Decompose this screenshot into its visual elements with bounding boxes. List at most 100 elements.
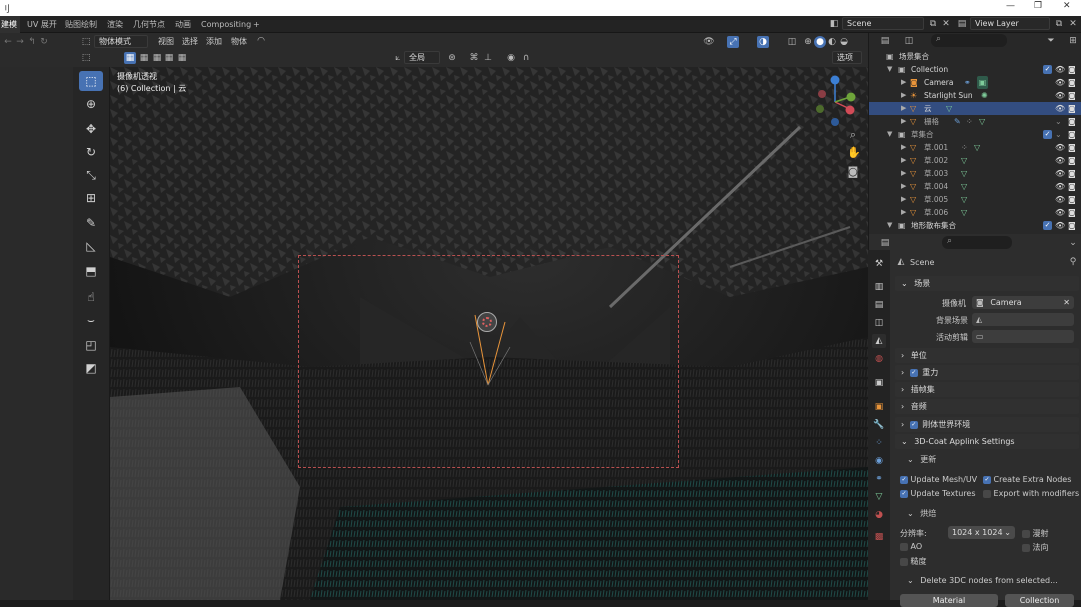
- select-mode-new-icon[interactable]: ▦: [124, 52, 136, 64]
- update-mesh-uv-option[interactable]: ✓ Update Mesh/UV: [900, 475, 977, 484]
- add-workspace-button[interactable]: +: [247, 16, 266, 33]
- scale-tool[interactable]: ⤡: [79, 165, 103, 185]
- outliner-row-collection[interactable]: ▼ ▣ Collection ✓ 👁 ◙: [869, 63, 1081, 76]
- render-camera-icon[interactable]: ◙: [1068, 63, 1076, 76]
- render-camera-icon[interactable]: ◙: [1068, 115, 1076, 128]
- keying-sets-panel-header[interactable]: › 插帧集: [895, 382, 1079, 397]
- zoom-icon[interactable]: ⌕: [847, 129, 859, 141]
- applink-panel-header[interactable]: ⌄ 3D-Coat Applink Settings: [895, 434, 1079, 449]
- proportional-edit-icon[interactable]: ◉: [505, 52, 517, 64]
- expand-arrow-icon[interactable]: ▶: [901, 115, 906, 128]
- outliner-row-grass-001[interactable]: ▶ ▽ 草.001 ⁘ ▽ 👁 ◙: [869, 141, 1081, 154]
- diffuse-checkbox[interactable]: [1022, 529, 1030, 538]
- tab-rendering[interactable]: 渲染: [101, 16, 129, 33]
- eye-icon[interactable]: 👁: [1055, 63, 1065, 76]
- scene-tab-icon[interactable]: ◭: [872, 334, 886, 348]
- output-tab-icon[interactable]: ▤: [872, 298, 886, 312]
- wireframe-shading-icon[interactable]: ⊕: [802, 36, 814, 48]
- gpencil-icon[interactable]: ◠: [255, 35, 267, 47]
- create-extra-nodes-checkbox[interactable]: ✓: [983, 475, 991, 484]
- render-camera-icon[interactable]: ◙: [1068, 76, 1076, 89]
- snap-target-icon[interactable]: ⊥: [482, 52, 494, 64]
- expand-arrow-icon[interactable]: ▶: [901, 167, 906, 180]
- audio-panel-header[interactable]: › 音频: [895, 399, 1079, 414]
- eye-icon[interactable]: 👁: [1055, 154, 1065, 167]
- gravity-panel-header[interactable]: › ✓ 重力: [895, 365, 1079, 380]
- view-layer-selector[interactable]: View Layer: [970, 17, 1050, 30]
- falloff-icon[interactable]: ∩: [520, 52, 532, 64]
- outliner-row-grass-collection[interactable]: ▼ ▣ 草集合 ✓ ⌄ ◙: [869, 128, 1081, 141]
- export-with-modifiers-option[interactable]: Export with modifiers: [983, 489, 1079, 498]
- menu-view[interactable]: 视图: [158, 35, 174, 48]
- ao-checkbox[interactable]: [900, 542, 908, 551]
- delete-view-layer-icon[interactable]: ✕: [1067, 18, 1079, 30]
- rotate-tool[interactable]: ↻: [79, 142, 103, 162]
- menu-add[interactable]: 添加: [206, 35, 222, 48]
- outliner-row-grass-005[interactable]: ▶ ▽ 草.005 ▽ 👁 ◙: [869, 193, 1081, 206]
- scene-panel-header[interactable]: ⌄ 场景: [895, 276, 1079, 291]
- render-camera-icon[interactable]: ◙: [1068, 128, 1076, 141]
- pivot-icon[interactable]: ⊛: [446, 52, 458, 64]
- eye-icon[interactable]: 👁: [1055, 180, 1065, 193]
- outliner-search-input[interactable]: ⌕: [931, 34, 1007, 47]
- eye-icon[interactable]: 👁: [1055, 76, 1065, 89]
- menu-select[interactable]: 选择: [182, 35, 198, 48]
- undo-history-icon[interactable]: ↰: [26, 36, 38, 48]
- select-mode-intersect-icon[interactable]: ▦: [176, 52, 188, 64]
- annotate-tool[interactable]: ✎: [79, 213, 103, 233]
- measure-tool[interactable]: ◺: [79, 236, 103, 256]
- expand-arrow-icon[interactable]: ▼: [887, 128, 892, 141]
- render-camera-icon[interactable]: ◙: [1068, 167, 1076, 180]
- create-extra-nodes-option[interactable]: ✓ Create Extra Nodes: [983, 475, 1071, 484]
- navigation-gizmo[interactable]: [810, 72, 862, 128]
- eye-icon[interactable]: 👁: [1055, 102, 1065, 115]
- expand-arrow-icon[interactable]: ▼: [887, 219, 892, 232]
- eye-icon[interactable]: 👁: [1055, 206, 1065, 219]
- select-mode-invert-icon[interactable]: ▦: [163, 52, 175, 64]
- 3d-viewport[interactable]: 摄像机透视 (6) Collection | 云 ⌕ ✋ ◙: [110, 67, 868, 600]
- corner-tool[interactable]: ◰: [79, 335, 103, 355]
- outliner-row-grass-004[interactable]: ▶ ▽ 草.004 ▽ 👁 ◙: [869, 180, 1081, 193]
- resolution-dropdown[interactable]: 1024 x 1024 ⌄: [948, 526, 1015, 539]
- mode-selector[interactable]: 物体模式: [94, 35, 148, 48]
- outliner-row-grass-002[interactable]: ▶ ▽ 草.002 ▽ 👁 ◙: [869, 154, 1081, 167]
- collection-button[interactable]: Collection: [1005, 594, 1074, 607]
- clear-field-icon[interactable]: ✕: [1063, 296, 1070, 309]
- tool-tab-icon[interactable]: ⚒: [872, 257, 886, 271]
- tool-settings-icon[interactable]: ⬚: [80, 52, 92, 64]
- delete-scene-icon[interactable]: ✕: [940, 18, 952, 30]
- update-mesh-uv-checkbox[interactable]: ✓: [900, 475, 908, 484]
- rigid-body-checkbox[interactable]: ✓: [909, 420, 918, 429]
- options-dropdown[interactable]: 选项: [832, 51, 862, 64]
- render-tab-icon[interactable]: ▥: [872, 280, 886, 294]
- update-textures-option[interactable]: ✓ Update Textures: [900, 489, 976, 498]
- pan-hand-icon[interactable]: ✋: [847, 147, 861, 159]
- select-mode-extend-icon[interactable]: ▦: [138, 52, 150, 64]
- snap-icon[interactable]: ⌘: [468, 52, 480, 64]
- eye-icon[interactable]: 👁: [1055, 219, 1065, 232]
- rigid-body-world-panel-header[interactable]: › ✓ 刚体世界环境: [895, 417, 1079, 432]
- properties-editor-icon[interactable]: ▤: [879, 237, 891, 249]
- render-camera-icon[interactable]: ◙: [1068, 219, 1076, 232]
- transform-tool[interactable]: ⊞: [79, 188, 103, 208]
- tab-modeling[interactable]: 建模: [0, 16, 20, 33]
- transform-orientation-selector[interactable]: 全局: [404, 51, 440, 64]
- render-camera-icon[interactable]: ◙: [1068, 141, 1076, 154]
- diffuse-option[interactable]: 漫射: [1022, 528, 1049, 539]
- gizmo-icon[interactable]: ⤢: [727, 36, 739, 48]
- outliner-row-grass-003[interactable]: ▶ ▽ 草.003 ▽ 👁 ◙: [869, 167, 1081, 180]
- eye-icon[interactable]: 👁: [1055, 141, 1065, 154]
- expand-arrow-icon[interactable]: ▶: [901, 206, 906, 219]
- tab-animation[interactable]: 动画: [169, 16, 197, 33]
- tab-geometry-nodes[interactable]: 几何节点: [127, 16, 171, 33]
- rendered-shading-icon[interactable]: ◒: [838, 36, 850, 48]
- constraints-tab-icon[interactable]: ⚭: [872, 472, 886, 486]
- menu-object[interactable]: 物体: [231, 35, 247, 48]
- texture-tab-icon[interactable]: ▩: [872, 530, 886, 544]
- display-mode-icon[interactable]: ◫: [903, 35, 915, 47]
- roughness-option[interactable]: 糙度: [900, 556, 927, 567]
- render-camera-icon[interactable]: ◙: [1068, 180, 1076, 193]
- render-camera-icon[interactable]: ◙: [1068, 102, 1076, 115]
- exclude-checkbox[interactable]: ✓: [1043, 130, 1052, 139]
- scene-selector[interactable]: Scene: [842, 17, 924, 30]
